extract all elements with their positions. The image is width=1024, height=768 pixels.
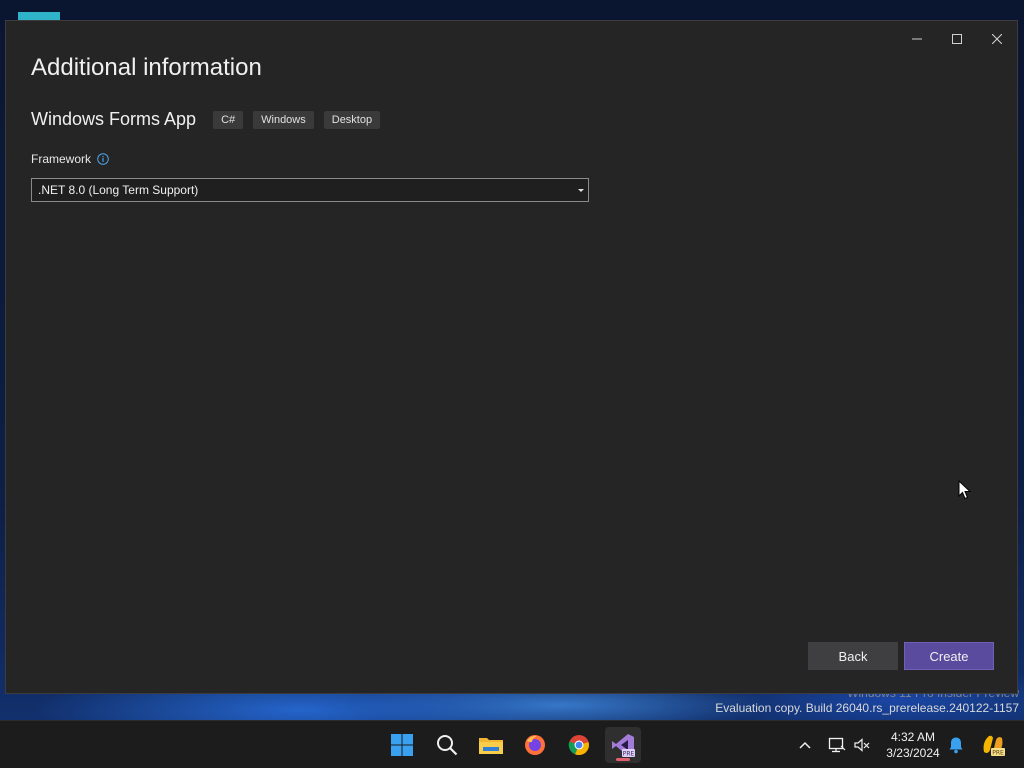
watermark-build: Evaluation copy. Build 26040.rs_prerelea… xyxy=(715,701,1019,715)
svg-text:PRE: PRE xyxy=(992,749,1004,756)
copilot-preview-icon: PRE xyxy=(983,735,1005,756)
clock-date: 3/23/2024 xyxy=(886,746,940,760)
additional-information-dialog: Additional information Windows Forms App… xyxy=(5,20,1018,694)
search-button[interactable] xyxy=(429,727,465,763)
create-button[interactable]: Create xyxy=(904,642,994,670)
chrome-icon xyxy=(568,735,589,756)
back-button[interactable]: Back xyxy=(808,642,898,670)
maximize-button[interactable] xyxy=(937,25,977,53)
framework-label: Framework xyxy=(31,152,109,166)
framework-selected-value: .NET 8.0 (Long Term Support) xyxy=(38,183,199,197)
start-button[interactable] xyxy=(384,727,420,763)
info-icon[interactable] xyxy=(97,153,109,165)
taskbar-firefox[interactable] xyxy=(517,727,553,763)
close-button[interactable] xyxy=(977,25,1017,53)
show-hidden-icons-button[interactable] xyxy=(794,734,816,756)
notifications-button[interactable] xyxy=(945,734,967,756)
tag-project-type: Desktop xyxy=(323,110,381,129)
svg-text:PRE: PRE xyxy=(623,750,635,757)
volume-button[interactable] xyxy=(851,734,873,756)
framework-dropdown[interactable]: .NET 8.0 (Long Term Support) xyxy=(31,178,589,202)
template-name: Windows Forms App xyxy=(31,109,197,129)
minimize-icon xyxy=(912,38,922,40)
network-button[interactable] xyxy=(826,734,848,756)
template-header: Windows Forms App C# Windows Desktop xyxy=(31,109,390,130)
search-icon xyxy=(437,735,458,756)
mouse-cursor-icon xyxy=(958,480,972,500)
taskbar-chrome[interactable] xyxy=(561,727,597,763)
taskbar-file-explorer[interactable] xyxy=(473,727,509,763)
system-clock[interactable]: 4:32 AM 3/23/2024 xyxy=(876,729,950,761)
bell-icon xyxy=(949,737,963,754)
taskbar: PRE 4:32 AM 3/23/2024 PRE xyxy=(0,720,1024,768)
copilot-button[interactable]: PRE xyxy=(980,732,1006,758)
visual-studio-preview-icon: PRE xyxy=(612,734,635,757)
network-icon xyxy=(828,737,846,753)
firefox-icon xyxy=(525,735,545,755)
minimize-button[interactable] xyxy=(897,25,937,53)
page-title: Additional information xyxy=(31,54,262,81)
close-icon xyxy=(992,34,1002,44)
maximize-icon xyxy=(952,34,962,44)
tag-platform: Windows xyxy=(253,110,314,129)
dropdown-arrow-icon xyxy=(574,188,588,193)
file-explorer-icon xyxy=(479,738,503,754)
desktop-icon-edge xyxy=(18,12,60,20)
clock-time: 4:32 AM xyxy=(890,730,936,744)
active-app-indicator xyxy=(616,758,630,761)
tag-language: C# xyxy=(213,110,244,129)
chevron-up-icon xyxy=(799,741,811,749)
framework-label-text: Framework xyxy=(31,152,92,166)
start-icon xyxy=(391,734,413,756)
taskbar-visual-studio-preview[interactable]: PRE xyxy=(605,727,641,763)
volume-muted-icon xyxy=(854,738,870,752)
